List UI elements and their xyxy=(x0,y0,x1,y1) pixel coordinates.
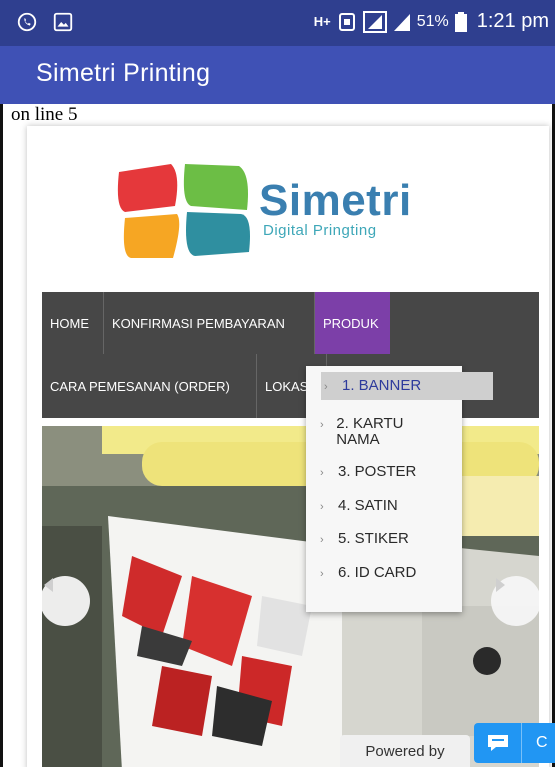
logo-tagline: Digital Pringting xyxy=(263,222,377,239)
nav-cara-pemesanan[interactable]: CARA PEMESANAN (ORDER) xyxy=(42,354,257,418)
app-title: Simetri Printing xyxy=(36,59,211,87)
chevron-right-icon: › xyxy=(320,467,324,479)
image-icon xyxy=(53,12,73,32)
dropdown-item-banner[interactable]: › 1. BANNER xyxy=(321,372,493,400)
clock: 1:21 pm xyxy=(476,10,549,32)
dropdown-item-satin[interactable]: › 4. SATIN xyxy=(320,498,492,514)
chevron-right-icon: › xyxy=(320,568,324,580)
slider-next-button[interactable] xyxy=(491,576,539,626)
dropdown-item-poster[interactable]: › 3. POSTER xyxy=(320,464,492,480)
dropdown-item-stiker[interactable]: › 5. STIKER xyxy=(320,531,492,547)
error-text: on line 5 xyxy=(11,104,78,125)
logo-brand: Simetri xyxy=(259,176,412,225)
dropdown-item-kartu-nama[interactable]: › 2. KARTU NAMA xyxy=(320,416,440,448)
chevron-right-icon: › xyxy=(320,501,324,513)
network-type: H+ xyxy=(313,14,331,29)
website-frame: Simetri Digital Pringting HOME KONFIRMAS… xyxy=(27,126,549,767)
whatsapp-icon xyxy=(17,12,37,32)
powered-by-badge[interactable]: Powered by xyxy=(340,735,470,767)
nav-home[interactable]: HOME xyxy=(42,292,104,354)
chevron-left-icon xyxy=(44,578,53,592)
battery-percent: 51% xyxy=(416,12,449,30)
chevron-right-icon: › xyxy=(320,534,324,546)
sim-icon xyxy=(338,12,355,31)
nav-produk[interactable]: PRODUK xyxy=(315,292,390,354)
chat-label: C xyxy=(536,734,548,751)
chevron-right-icon xyxy=(496,578,505,592)
webview[interactable]: on line 5 Simetri Digital Pringting HOME… xyxy=(0,104,555,767)
dropdown-item-id-card[interactable]: › 6. ID CARD xyxy=(320,565,492,581)
chat-icon xyxy=(487,735,508,751)
produk-dropdown: › 1. BANNER › 2. KARTU NAMA › 3. POSTER › 4.… xyxy=(306,366,493,612)
battery-icon xyxy=(454,11,467,32)
app-bar: Simetri Printing xyxy=(0,46,555,104)
chat-button[interactable]: C xyxy=(474,723,555,763)
logo-area: Simetri Digital Pringting xyxy=(27,126,549,292)
chevron-right-icon: › xyxy=(324,381,328,393)
signal-2-icon xyxy=(393,13,410,31)
chevron-right-icon: › xyxy=(320,419,324,431)
nav-konfirmasi[interactable]: KONFIRMASI PEMBAYARAN xyxy=(104,292,315,354)
status-bar: H+ 51% 1:21 pm xyxy=(0,0,555,46)
slider-prev-button[interactable] xyxy=(42,576,90,626)
signal-icon xyxy=(362,10,387,33)
